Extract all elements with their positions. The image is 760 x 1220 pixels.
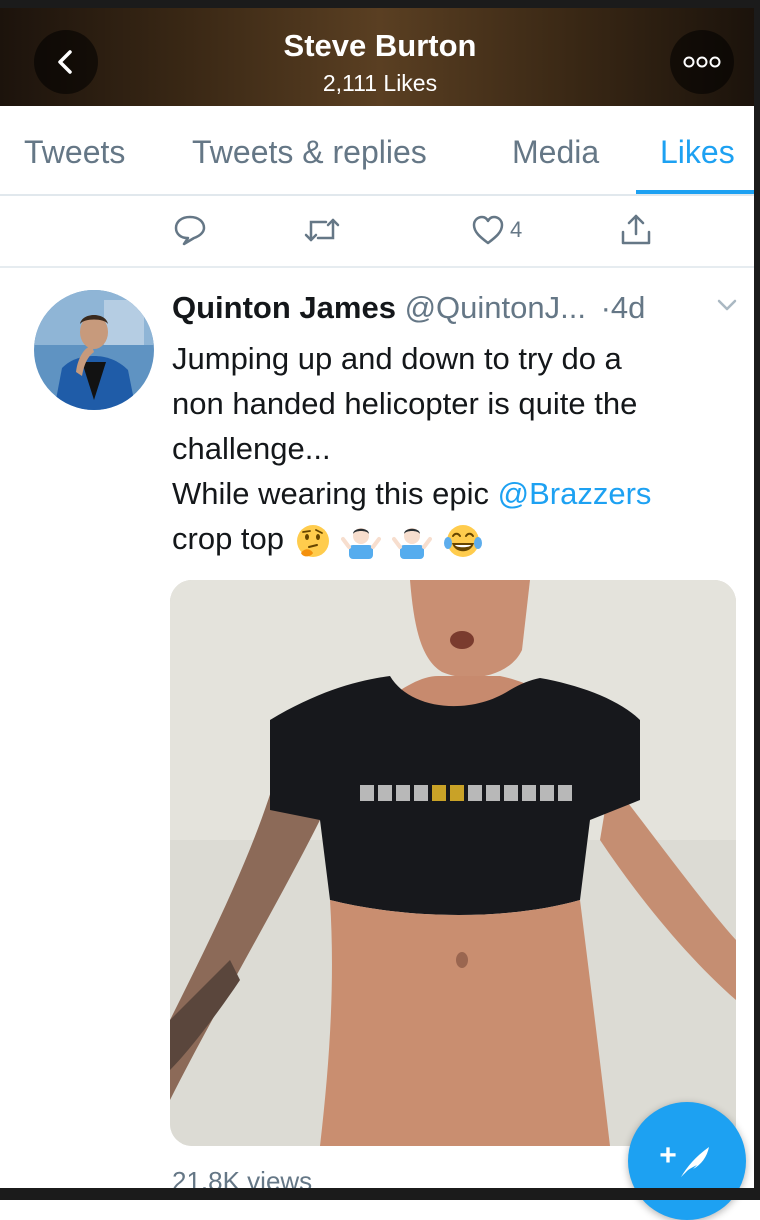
- tab-tweets-replies[interactable]: Tweets & replies: [192, 134, 427, 171]
- tweet-header: Quinton James @QuintonJ... ·4d: [172, 290, 645, 326]
- profile-name: Steve Burton: [283, 28, 477, 63]
- share-button[interactable]: [618, 212, 654, 248]
- video-thumbnail: [170, 580, 736, 1146]
- active-tab-indicator: [636, 190, 760, 194]
- screen-bottom-edge: [0, 1188, 760, 1200]
- mention-link[interactable]: @Brazzers: [498, 476, 652, 511]
- thinking-face-emoji: [296, 524, 329, 557]
- likes-count: 2,111 Likes: [322, 70, 438, 96]
- man-shrugging-emoji: [391, 527, 432, 559]
- tweet-author-handle[interactable]: @QuintonJ...: [405, 290, 586, 325]
- tweet-text-line: crop top: [172, 516, 742, 561]
- retweet-button[interactable]: [302, 212, 342, 248]
- reply-icon: [174, 215, 206, 246]
- tweet-timestamp: ·4d: [600, 290, 646, 325]
- like-count: 4: [510, 217, 523, 242]
- tweet-menu-button[interactable]: [716, 298, 738, 317]
- tweet-media-video[interactable]: [170, 580, 736, 1146]
- heart-icon: [472, 215, 504, 245]
- profile-tabs: Tweets Tweets & replies Media Likes: [0, 106, 760, 196]
- tweet-text-line: While wearing this epic @Brazzers: [172, 471, 742, 516]
- chevron-down-icon: [717, 299, 737, 311]
- screen-edge: [754, 0, 760, 1200]
- tweet-text-fragment: crop top: [172, 521, 285, 556]
- tweet-text-fragment: While wearing this epic: [172, 476, 498, 511]
- retweet-icon: [304, 218, 340, 242]
- share-icon: [621, 214, 651, 245]
- reply-button[interactable]: [172, 212, 208, 248]
- tears-of-joy-emoji: [443, 524, 482, 557]
- like-button[interactable]: 4: [470, 212, 522, 248]
- man-shrugging-emoji: [341, 527, 382, 559]
- tweet-text-line: Jumping up and down to try do a: [172, 341, 622, 376]
- tweet-text-line: challenge...: [172, 431, 331, 466]
- tweet-action-row: 4: [0, 196, 760, 268]
- compose-feather-icon: [680, 1147, 709, 1177]
- profile-header: Steve Burton 2,111 Likes: [0, 0, 760, 106]
- compose-tweet-button[interactable]: +: [628, 1102, 746, 1220]
- tweet-author-name[interactable]: Quinton James: [172, 290, 396, 325]
- more-button[interactable]: [670, 30, 734, 94]
- tab-media[interactable]: Media: [512, 134, 599, 171]
- more-dots-icon: [683, 56, 721, 68]
- tweet-text: Jumping up and down to try do a non hand…: [172, 336, 742, 561]
- tab-likes[interactable]: Likes: [660, 134, 735, 171]
- avatar[interactable]: [34, 290, 154, 410]
- tab-tweets[interactable]: Tweets: [24, 134, 125, 171]
- tweet-text-line: non handed helicopter is quite the: [172, 386, 638, 421]
- avatar-photo: [34, 290, 154, 410]
